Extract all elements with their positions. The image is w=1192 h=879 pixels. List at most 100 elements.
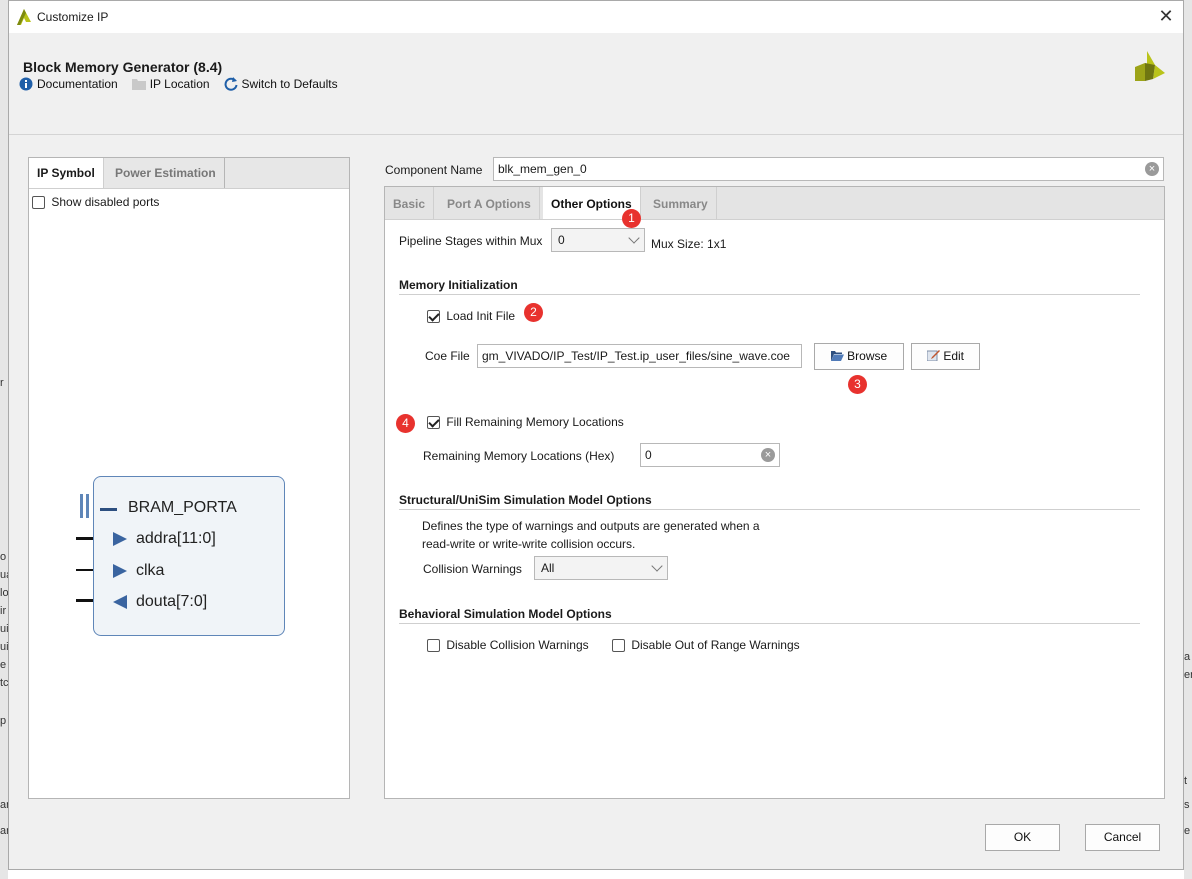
annotation-badge-2: 2 bbox=[524, 303, 543, 322]
window-title: Customize IP bbox=[37, 10, 109, 24]
collision-warnings-select[interactable]: All bbox=[534, 556, 668, 580]
bg-fragment: e bbox=[0, 659, 7, 671]
left-tabs: IP Symbol Power Estimation bbox=[29, 158, 349, 189]
component-name-label: Component Name bbox=[385, 163, 483, 177]
folder-icon bbox=[131, 79, 146, 90]
pipeline-label: Pipeline Stages within Mux bbox=[399, 234, 543, 248]
edit-label: Edit bbox=[943, 349, 965, 363]
documentation-label: Documentation bbox=[37, 77, 118, 91]
pin-douta: douta[7:0] bbox=[136, 593, 208, 610]
pin-wire bbox=[76, 599, 93, 602]
cancel-button[interactable]: Cancel bbox=[1085, 824, 1160, 851]
ip-location-button[interactable]: IP Location bbox=[131, 77, 210, 91]
input-arrow-icon bbox=[113, 564, 127, 578]
clear-icon[interactable]: × bbox=[761, 448, 775, 462]
tab-ip-symbol[interactable]: IP Symbol bbox=[29, 158, 104, 188]
disable-range-label: Disable Out of Range Warnings bbox=[631, 638, 800, 652]
section-divider bbox=[399, 623, 1140, 624]
checkbox-box[interactable] bbox=[427, 310, 440, 324]
component-name-value: blk_mem_gen_0 bbox=[498, 162, 587, 176]
bg-fragment: e bbox=[1184, 825, 1191, 837]
ip-toolbar: Documentation IP Location Switch to Defa… bbox=[19, 77, 338, 91]
background-right-strip bbox=[1184, 0, 1192, 879]
bus-minus-icon bbox=[100, 508, 117, 511]
annotation-badge-3: 3 bbox=[848, 375, 867, 394]
structural-heading: Structural/UniSim Simulation Model Optio… bbox=[399, 493, 652, 507]
pin-wire bbox=[76, 537, 93, 540]
structural-description-line2: read-write or write-write collision occu… bbox=[422, 537, 636, 551]
vivado-logo-icon bbox=[17, 9, 31, 28]
behavioral-heading: Behavioral Simulation Model Options bbox=[399, 607, 612, 621]
bg-fragment: p bbox=[0, 715, 7, 727]
documentation-button[interactable]: Documentation bbox=[19, 77, 118, 91]
background-left-strip bbox=[0, 0, 8, 879]
coe-file-value: gm_VIVADO/IP_Test/IP_Test.ip_user_files/… bbox=[482, 349, 790, 363]
remaining-locations-value: 0 bbox=[645, 448, 652, 462]
header-separator bbox=[9, 134, 1183, 135]
disable-collision-checkbox[interactable]: Disable Collision Warnings bbox=[427, 638, 589, 653]
options-tabs: Basic Port A Options Other Options Summa… bbox=[385, 187, 1164, 220]
annotation-badge-4: 4 bbox=[396, 414, 415, 433]
coe-file-input[interactable]: gm_VIVADO/IP_Test/IP_Test.ip_user_files/… bbox=[477, 344, 802, 368]
ok-button[interactable]: OK bbox=[985, 824, 1060, 851]
coe-file-label: Coe File bbox=[425, 349, 470, 363]
tab-port-a-options[interactable]: Port A Options bbox=[439, 187, 540, 219]
show-disabled-ports-label: Show disabled ports bbox=[51, 195, 160, 209]
checkbox-box[interactable] bbox=[427, 416, 440, 430]
output-arrow-icon bbox=[113, 595, 127, 609]
section-divider bbox=[399, 294, 1140, 295]
fill-remaining-checkbox[interactable]: Fill Remaining Memory Locations bbox=[427, 415, 624, 430]
close-icon[interactable]: ✕ bbox=[1155, 5, 1177, 27]
checkbox-box[interactable] bbox=[427, 639, 440, 653]
browse-label: Browse bbox=[847, 349, 888, 363]
fill-remaining-label: Fill Remaining Memory Locations bbox=[446, 415, 624, 429]
folder-open-icon bbox=[830, 351, 844, 361]
pipeline-value: 0 bbox=[558, 233, 565, 247]
show-disabled-ports-checkbox[interactable]: Show disabled ports bbox=[32, 195, 160, 210]
input-arrow-icon bbox=[113, 532, 127, 546]
tab-power-estimation[interactable]: Power Estimation bbox=[107, 158, 225, 188]
bg-fragment: o bbox=[0, 551, 7, 563]
disable-range-checkbox[interactable]: Disable Out of Range Warnings bbox=[612, 638, 800, 653]
pin-clka: clka bbox=[136, 562, 165, 579]
pipeline-select[interactable]: 0 bbox=[551, 228, 645, 252]
pin-addra: addra[11:0] bbox=[136, 530, 216, 547]
tab-basic[interactable]: Basic bbox=[385, 187, 435, 219]
annotation-badge-1: 1 bbox=[622, 209, 641, 228]
refresh-icon bbox=[224, 77, 238, 91]
ip-location-label: IP Location bbox=[149, 77, 210, 91]
collision-warnings-label: Collision Warnings bbox=[423, 562, 522, 576]
info-icon bbox=[19, 77, 33, 91]
remaining-locations-input[interactable]: 0 × bbox=[640, 443, 780, 467]
bg-fragment: r bbox=[0, 377, 4, 389]
mux-size-text: Mux Size: 1x1 bbox=[651, 237, 727, 251]
clear-icon[interactable]: × bbox=[1145, 162, 1159, 176]
tab-summary[interactable]: Summary bbox=[645, 187, 717, 219]
remaining-locations-label: Remaining Memory Locations (Hex) bbox=[423, 449, 615, 463]
bg-fragment: er bbox=[1184, 669, 1192, 681]
collision-warnings-value: All bbox=[541, 561, 555, 575]
chevron-down-icon bbox=[628, 232, 640, 244]
bg-fragment: s bbox=[1184, 799, 1190, 811]
checkbox-box[interactable] bbox=[32, 196, 45, 210]
bg-fragment: t bbox=[1184, 775, 1188, 787]
bg-fragment: a bbox=[1184, 651, 1191, 663]
pin-wire bbox=[76, 569, 93, 571]
component-name-input[interactable]: blk_mem_gen_0 × bbox=[493, 157, 1164, 181]
section-divider bbox=[399, 509, 1140, 510]
chevron-down-icon bbox=[651, 560, 663, 572]
bus-line bbox=[80, 494, 83, 518]
browse-button[interactable]: Browse bbox=[814, 343, 904, 370]
switch-defaults-button[interactable]: Switch to Defaults bbox=[224, 77, 338, 91]
xilinx-logo-icon bbox=[1133, 49, 1167, 86]
bus-line bbox=[86, 494, 89, 518]
ip-symbol-block: BRAM_PORTA addra[11:0] clka douta[7:0] bbox=[93, 476, 285, 636]
structural-description-line1: Defines the type of warnings and outputs… bbox=[422, 519, 760, 533]
checkbox-box[interactable] bbox=[612, 639, 625, 653]
load-init-file-checkbox[interactable]: Load Init File bbox=[427, 309, 516, 324]
edit-button[interactable]: Edit bbox=[911, 343, 980, 370]
bus-label: BRAM_PORTA bbox=[128, 499, 237, 516]
switch-defaults-label: Switch to Defaults bbox=[241, 77, 338, 91]
load-init-file-label: Load Init File bbox=[446, 309, 516, 323]
options-panel: Basic Port A Options Other Options Summa… bbox=[384, 186, 1165, 799]
